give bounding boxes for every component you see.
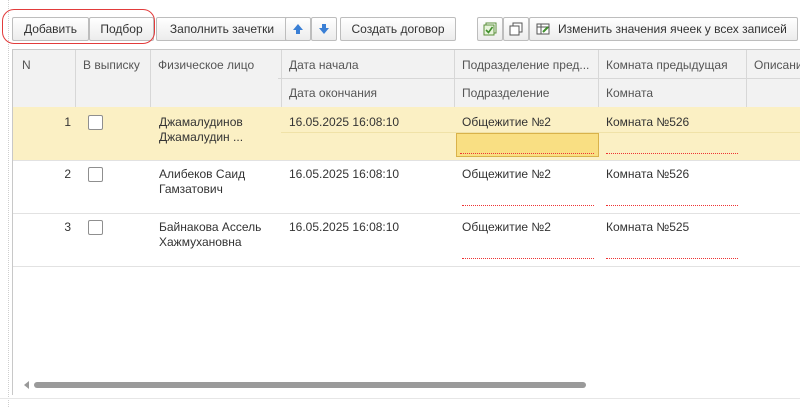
row-number: 2 (64, 167, 71, 181)
fill-gradebooks-button[interactable]: Заполнить зачетки (156, 17, 288, 41)
table-row[interactable]: 3 Байнакова Ассель Хажмухановна 16.05.20… (13, 213, 800, 267)
scrollbar-thumb[interactable] (34, 382, 586, 388)
copy-icon (509, 22, 523, 36)
scroll-left-icon[interactable] (24, 381, 29, 389)
horizontal-scrollbar[interactable] (24, 381, 800, 389)
person-name-line1: Байнакова Ассель (159, 220, 262, 234)
row-number: 1 (64, 115, 71, 129)
header-person[interactable]: Физическое лицо (158, 58, 254, 72)
change-cells-button[interactable]: Изменить значения ячеек у всех записей (529, 17, 798, 41)
prev-division: Общежитие №2 (462, 167, 551, 181)
prev-room: Комната №526 (606, 167, 690, 181)
arrow-up-icon (293, 24, 303, 34)
person-name-line2: Джамалудин ... (159, 130, 244, 144)
division-required-mark (460, 153, 594, 154)
header-divider (278, 78, 800, 79)
col-divider (150, 50, 151, 107)
header-n[interactable]: N (22, 58, 31, 72)
arrow-down-icon (319, 24, 329, 34)
to-extract-checkbox[interactable] (88, 220, 103, 235)
col-divider (598, 50, 599, 107)
change-cells-label: Изменить значения ячеек у всех записей (558, 22, 787, 36)
to-extract-checkbox[interactable] (88, 115, 103, 130)
date-start: 16.05.2025 16:08:10 (289, 167, 400, 181)
check-all-button[interactable] (477, 17, 503, 41)
header-description[interactable]: Описани (754, 58, 800, 72)
move-down-button[interactable] (311, 17, 337, 41)
person-name-line1: Алибеков Саид (159, 167, 246, 181)
person-name-line1: Джамалудинов (159, 115, 243, 129)
pick-button[interactable]: Подбор (89, 17, 154, 41)
toolbar: Добавить Подбор Заполнить зачетки Создат… (12, 17, 800, 43)
move-up-button[interactable] (285, 17, 311, 41)
division-required-mark (462, 258, 594, 259)
table-edit-icon (536, 23, 550, 35)
to-extract-checkbox[interactable] (88, 167, 103, 182)
division-required-mark (462, 205, 594, 206)
bottom-divider (0, 398, 800, 399)
date-start: 16.05.2025 16:08:10 (289, 220, 400, 234)
pick-button-label: Подбор (100, 22, 143, 36)
date-start: 16.05.2025 16:08:10 (289, 115, 400, 129)
room-required-mark (606, 205, 738, 206)
table-header: N В выписку Физическое лицо Дата начала … (13, 50, 800, 108)
create-contract-button[interactable]: Создать договор (340, 17, 456, 41)
prev-room: Комната №526 (606, 115, 690, 129)
table-row[interactable]: 2 Алибеков Саид Гамзатович 16.05.2025 16… (13, 160, 800, 214)
create-contract-label: Создать договор (351, 22, 445, 36)
check-all-icon (483, 22, 497, 36)
col-divider (454, 50, 455, 107)
header-date-start[interactable]: Дата начала (289, 58, 359, 72)
students-table[interactable]: N В выписку Физическое лицо Дата начала … (12, 49, 800, 395)
header-division[interactable]: Подразделение (462, 86, 549, 100)
person-name-line2: Хажмухановна (159, 235, 242, 249)
header-to-extract[interactable]: В выписку (83, 58, 140, 72)
header-date-end[interactable]: Дата окончания (289, 86, 377, 100)
add-button[interactable]: Добавить (12, 17, 89, 41)
col-divider (75, 50, 76, 107)
prev-division: Общежитие №2 (462, 115, 551, 129)
header-prev-division[interactable]: Подразделение пред... (462, 58, 597, 72)
person-name-line2: Гамзатович (159, 182, 223, 196)
col-divider (746, 50, 747, 107)
header-room[interactable]: Комната (606, 86, 653, 100)
col-divider (281, 50, 282, 107)
copy-button[interactable] (503, 17, 529, 41)
left-border (8, 0, 9, 407)
room-required-mark (606, 153, 738, 154)
row-number: 3 (64, 220, 71, 234)
fill-gradebooks-label: Заполнить зачетки (169, 22, 275, 36)
table-row[interactable]: 1 Джамалудинов Джамалудин ... 16.05.2025… (13, 107, 800, 161)
header-prev-room[interactable]: Комната предыдущая (606, 58, 728, 72)
room-required-mark (606, 258, 738, 259)
prev-room: Комната №525 (606, 220, 690, 234)
prev-division: Общежитие №2 (462, 220, 551, 234)
add-button-label: Добавить (23, 22, 78, 36)
